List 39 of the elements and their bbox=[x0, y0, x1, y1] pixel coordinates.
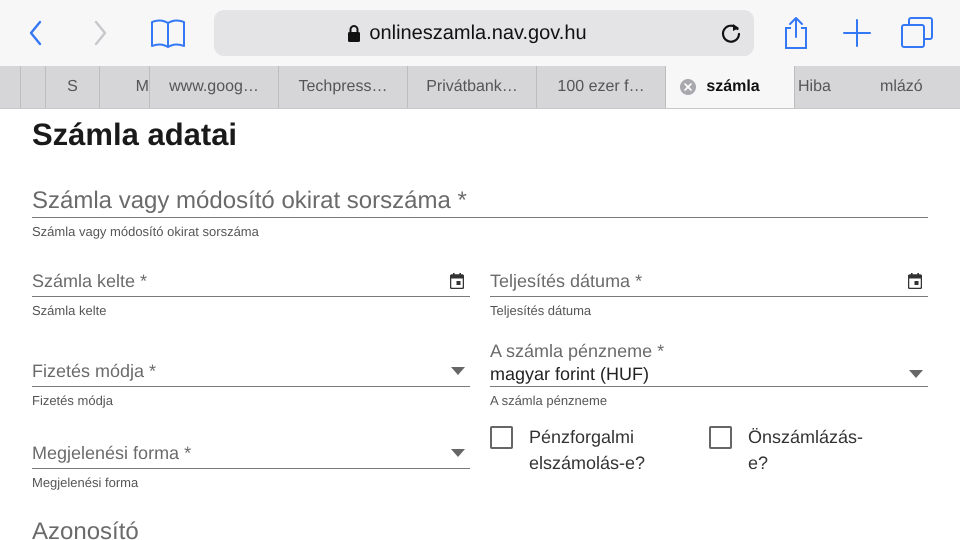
checkbox-label: Önszámlázás-e? bbox=[748, 426, 864, 475]
browser-tab[interactable]: számla bbox=[666, 66, 795, 108]
helper-text: Számla kelte bbox=[32, 303, 108, 319]
plus-icon[interactable] bbox=[842, 18, 872, 48]
checkbox-label: Pénzforgalmi elszámolás-e? bbox=[529, 426, 646, 475]
reload-icon[interactable] bbox=[720, 22, 742, 44]
helper-text: Fizetés módja bbox=[32, 393, 114, 409]
helper-text: Megjelenési forma bbox=[32, 475, 140, 491]
address-bar[interactable]: onlineszamla.nav.gov.hu bbox=[214, 10, 754, 56]
calendar-icon bbox=[908, 273, 922, 289]
input-field[interactable]: Számla vagy módosító okirat sorszáma * bbox=[32, 185, 928, 218]
helper-text: A számla pénzneme bbox=[490, 393, 608, 409]
helper-text: Teljesítés dátuma bbox=[490, 303, 592, 319]
tabs-icon[interactable] bbox=[900, 16, 934, 50]
date-field[interactable]: Számla kelte * bbox=[32, 256, 470, 297]
browser-tab[interactable]: Privátbank… bbox=[408, 66, 537, 108]
browser-tab[interactable]: www.goog… bbox=[150, 66, 279, 108]
select-field[interactable]: Fizetés módja * bbox=[32, 346, 470, 387]
browser-tab[interactable]: S bbox=[46, 66, 100, 108]
book-icon[interactable] bbox=[150, 17, 186, 49]
checkbox[interactable] bbox=[490, 426, 513, 449]
date-field[interactable]: Teljesítés dátuma * bbox=[490, 256, 928, 297]
share-icon[interactable] bbox=[782, 16, 810, 50]
browser-tab[interactable]: mlázó bbox=[872, 66, 960, 108]
section-heading: Azonosító bbox=[32, 518, 140, 540]
select-field[interactable]: Megjelenési forma * bbox=[32, 428, 470, 469]
browser-tab[interactable]: M bbox=[100, 66, 150, 108]
dropdown-arrow-icon bbox=[909, 370, 923, 378]
browser-tab[interactable]: Hiba bbox=[795, 66, 872, 108]
dropdown-arrow-icon bbox=[451, 449, 465, 457]
browser-tab[interactable]: Techpress… bbox=[279, 66, 408, 108]
checkbox[interactable] bbox=[709, 426, 732, 449]
close-icon[interactable] bbox=[680, 79, 696, 95]
select-field[interactable]: A számla pénzneme * magyar forint (HUF) bbox=[490, 338, 928, 387]
calendar-icon bbox=[450, 273, 464, 289]
section-title: Számla adatai bbox=[32, 116, 238, 154]
dropdown-arrow-icon bbox=[451, 367, 465, 375]
helper-text: Számla vagy módosító okirat sorszáma bbox=[32, 224, 260, 240]
url-text: onlineszamla.nav.gov.hu bbox=[369, 22, 587, 44]
